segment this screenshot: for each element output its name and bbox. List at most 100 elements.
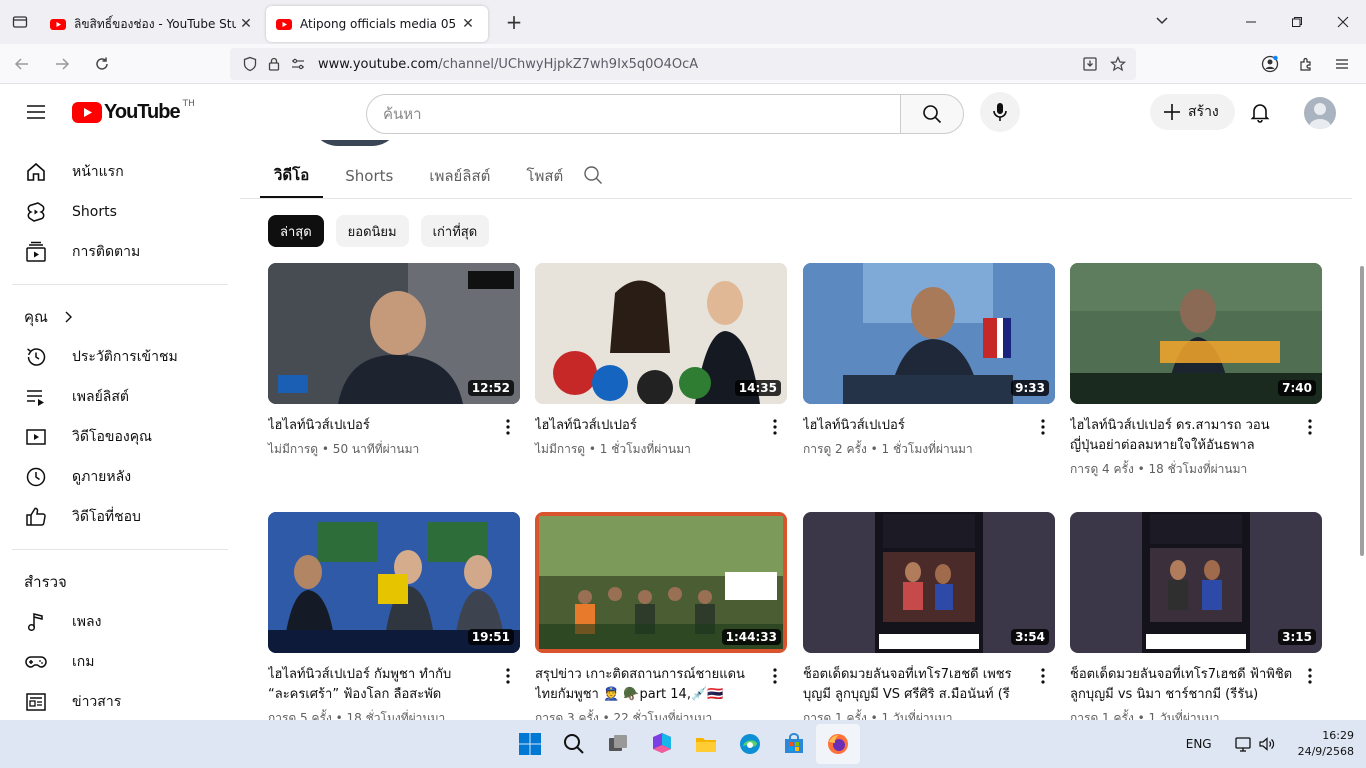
close-tab-icon[interactable]: ✕ [458, 14, 478, 34]
chip-oldest[interactable]: เก่าที่สุด [420, 215, 490, 247]
sidebar-item-watch-later[interactable]: ดูภายหลัง [0, 457, 240, 497]
video-card[interactable]: 12:52 ไฮไลท์นิวส์เปเปอร์ ไม่มีการดู • 50… [268, 263, 520, 458]
chip-popular[interactable]: ยอดนิยม [335, 215, 409, 247]
tab-shorts[interactable]: Shorts [331, 154, 407, 198]
sidebar-item-history[interactable]: ประวัติการเข้าชม [0, 337, 240, 377]
start-button[interactable] [508, 724, 552, 764]
avatar[interactable] [1304, 97, 1336, 129]
taskbar-search-button[interactable] [552, 724, 596, 764]
tab-list-button[interactable] [0, 0, 40, 44]
taskbar-file-explorer[interactable] [684, 724, 728, 764]
more-options-icon[interactable] [496, 415, 520, 439]
save-to-pocket-icon[interactable] [1078, 52, 1102, 76]
task-view-button[interactable] [596, 724, 640, 764]
close-tab-icon[interactable]: ✕ [236, 14, 256, 34]
video-title[interactable]: ไฮไลท์นิวส์เปเปอร์ กัมพูชา ทำกับ “ละครเศ… [268, 665, 520, 705]
sidebar-item-shorts[interactable]: Shorts [0, 192, 240, 232]
video-card[interactable]: 9:33 ไฮไลท์นิวส์เปเปอร์ การดู 2 ครั้ง • … [803, 263, 1055, 458]
search-button[interactable] [900, 94, 964, 134]
video-card[interactable]: 3:54 ช็อตเด็ดมวยลันจอที่เทโร7เฮชดี เพชรบ… [803, 512, 1055, 720]
taskbar-m365[interactable] [640, 724, 684, 764]
channel-avatar[interactable] [310, 140, 400, 146]
video-title[interactable]: สรุปข่าว เกาะติดสถานการณ์ชายแดน ไทยกัมพู… [535, 665, 787, 705]
browser-tab-studio[interactable]: ลิขสิทธิ์ของช่อง - YouTube Studio ✕ [40, 6, 266, 42]
store-icon [785, 733, 803, 753]
network-icon[interactable] [1234, 735, 1252, 753]
sidebar-item-music[interactable]: เพลง [0, 602, 240, 642]
video-thumbnail[interactable]: 7:40 [1070, 263, 1322, 404]
lock-icon[interactable] [262, 56, 286, 72]
bookmark-star-icon[interactable] [1106, 52, 1130, 76]
channel-search-icon[interactable] [582, 164, 606, 188]
video-title[interactable]: ช็อตเด็ดมวยลันจอที่เทโร7เฮชดี ฟ้าพิชิต ล… [1070, 665, 1322, 705]
new-tab-button[interactable]: + [498, 6, 530, 38]
video-card[interactable]: 7:40 ไฮไลท์นิวส์เปเปอร์ ดร.สามารถ วอน ญี… [1070, 263, 1322, 478]
restore-icon[interactable] [1274, 0, 1320, 44]
video-card[interactable]: 1:44:33 สรุปข่าว เกาะติดสถานการณ์ชายแดน … [535, 512, 787, 720]
video-card[interactable]: 3:15 ช็อตเด็ดมวยลันจอที่เทโร7เฮชดี ฟ้าพิ… [1070, 512, 1322, 720]
video-title[interactable]: ไฮไลท์นิวส์เปเปอร์ [268, 416, 520, 436]
hamburger-menu-icon[interactable] [24, 100, 48, 124]
page-scrollbar[interactable] [1360, 266, 1364, 556]
more-options-icon[interactable] [496, 664, 520, 688]
video-thumbnail[interactable]: 3:54 [803, 512, 1055, 653]
more-options-icon[interactable] [763, 415, 787, 439]
video-thumbnail[interactable]: 3:15 [1070, 512, 1322, 653]
video-thumbnail[interactable]: 19:51 [268, 512, 520, 653]
address-bar[interactable]: www.youtube.com/channel/UChwyHjpkZ7wh9Ix… [230, 48, 1136, 80]
language-indicator[interactable]: ENG [1186, 737, 1212, 751]
more-options-icon[interactable] [1031, 664, 1055, 688]
close-window-icon[interactable] [1320, 0, 1366, 44]
video-thumbnail[interactable]: 1:44:33 [535, 512, 787, 653]
sidebar-item-gaming[interactable]: เกม [0, 642, 240, 682]
volume-icon[interactable] [1258, 735, 1276, 753]
menu-icon[interactable] [1326, 48, 1358, 80]
taskbar-edge[interactable] [728, 724, 772, 764]
tab-posts[interactable]: โพสต์ [512, 154, 577, 198]
minimize-icon[interactable] [1228, 0, 1274, 44]
sidebar-item-subscriptions[interactable]: การติดตาม [0, 232, 240, 272]
tabs-dropdown-icon[interactable] [1154, 12, 1170, 28]
notifications-bell-icon[interactable] [1248, 100, 1272, 124]
video-thumbnail[interactable]: 9:33 [803, 263, 1055, 404]
forward-button[interactable] [44, 48, 80, 80]
sidebar-item-your-videos[interactable]: วิดีโอของคุณ [0, 417, 240, 457]
youtube-logo[interactable]: YouTube TH [72, 99, 195, 124]
taskbar-store[interactable] [772, 724, 816, 764]
video-title[interactable]: ช็อตเด็ดมวยลันจอที่เทโร7เฮชดี เพชรบุญมี … [803, 665, 1055, 705]
video-card[interactable]: 19:51 ไฮไลท์นิวส์เปเปอร์ กัมพูชา ทำกับ “… [268, 512, 520, 720]
video-thumbnail[interactable]: 14:35 [535, 263, 787, 404]
voice-search-button[interactable] [980, 92, 1020, 132]
search-input[interactable] [366, 94, 900, 134]
tab-playlists[interactable]: เพลย์ลิสต์ [415, 154, 504, 198]
more-options-icon[interactable] [1298, 664, 1322, 688]
tab-videos[interactable]: วิดีโอ [260, 154, 324, 198]
sidebar-heading-you[interactable]: คุณ [0, 297, 240, 337]
browser-tab-channel[interactable]: Atipong officials media 05 - You ✕ [266, 6, 488, 42]
permissions-icon[interactable] [286, 56, 310, 72]
back-button[interactable] [4, 48, 40, 80]
sidebar-item-label: เพลง [72, 614, 102, 630]
video-title[interactable]: ไฮไลท์นิวส์เปเปอร์ [535, 416, 787, 436]
more-options-icon[interactable] [763, 664, 787, 688]
account-icon[interactable] [1254, 48, 1286, 80]
taskbar-firefox[interactable] [816, 724, 860, 764]
shield-icon[interactable] [238, 56, 262, 72]
more-options-icon[interactable] [1031, 415, 1055, 439]
video-title[interactable]: ไฮไลท์นิวส์เปเปอร์ ดร.สามารถ วอน ญี่ปุ่น… [1070, 416, 1322, 456]
url-text[interactable]: www.youtube.com/channel/UChwyHjpkZ7wh9Ix… [318, 57, 698, 72]
sidebar-item-liked[interactable]: วิดีโอที่ชอบ [0, 497, 240, 537]
video-title[interactable]: ไฮไลท์นิวส์เปเปอร์ [803, 416, 1055, 436]
clock[interactable]: 16:29 24/9/2568 [1298, 728, 1354, 760]
video-card[interactable]: 14:35 ไฮไลท์นิวส์เปเปอร์ ไม่มีการดู • 1 … [535, 263, 787, 458]
chip-latest[interactable]: ล่าสุด [268, 215, 324, 247]
liked-icon [24, 505, 48, 529]
sidebar-item-playlists[interactable]: เพลย์ลิสต์ [0, 377, 240, 417]
video-thumbnail[interactable]: 12:52 [268, 263, 520, 404]
extensions-icon[interactable] [1290, 48, 1322, 80]
sidebar-item-home[interactable]: หน้าแรก [0, 152, 240, 192]
reload-button[interactable] [84, 48, 120, 80]
sidebar-item-news[interactable]: ข่าวสาร [0, 682, 240, 720]
create-button[interactable]: สร้าง [1150, 94, 1235, 130]
more-options-icon[interactable] [1298, 415, 1322, 439]
